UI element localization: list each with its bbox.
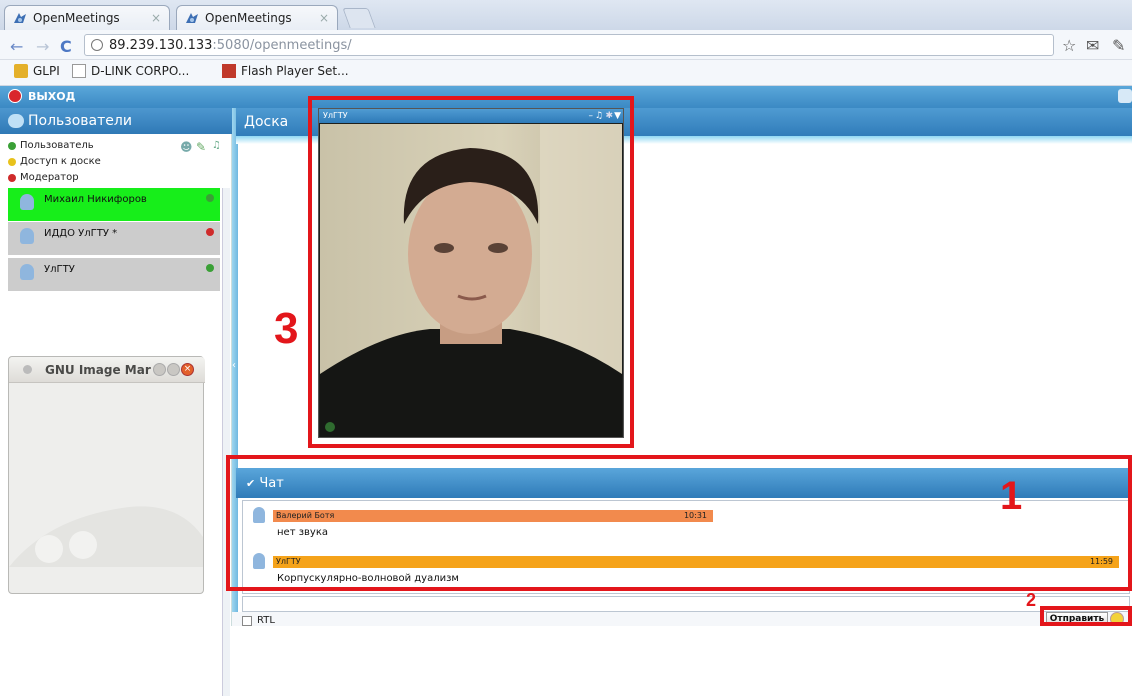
annotation-number: 3 [274, 304, 299, 353]
settings-icon[interactable] [1118, 89, 1132, 103]
close-icon[interactable]: × [181, 363, 194, 376]
red-dot-icon [8, 173, 16, 182]
whiteboard-title: Доска [244, 114, 289, 130]
rtl-checkbox[interactable] [242, 615, 252, 626]
status-dot-icon [206, 264, 214, 272]
window-menu-icon[interactable] [23, 365, 32, 374]
tab-label: OpenMeetings [205, 11, 292, 25]
url-host: 89.239.130.133 [109, 37, 213, 53]
status-dot-icon [206, 194, 214, 202]
chevron-left-icon[interactable]: ‹ [232, 360, 236, 371]
legend-user: Пользователь [8, 140, 94, 151]
bookmark-label: D-LINK CORPO... [91, 64, 190, 78]
user-avatar-icon [20, 264, 34, 280]
exit-button[interactable]: ВЫХОД [8, 89, 75, 103]
mail-extension-icon[interactable]: ✉ [1086, 36, 1099, 55]
user-avatar-icon [20, 228, 34, 244]
power-icon [8, 89, 22, 103]
users-icon [8, 114, 24, 128]
bookmark-glpi[interactable]: GLPI [14, 64, 60, 78]
tab-label: OpenMeetings [33, 11, 120, 25]
legend-label: Модератор [20, 172, 79, 183]
browser-toolbar: ← → C 89.239.130.133:5080/openmeetings/ … [0, 30, 1132, 60]
page-icon [72, 64, 86, 78]
annotation-box-send [1040, 606, 1132, 626]
legend-whiteboard-access: Доступ к доске [8, 156, 101, 167]
user-row[interactable]: ИДДО УлГТУ * [8, 222, 220, 256]
tab-close-icon[interactable]: × [151, 11, 161, 25]
rtl-option[interactable]: RTL [242, 615, 275, 626]
url-path: :5080/openmeetings/ [212, 37, 352, 53]
user-name: ИДДО УлГТУ * [44, 228, 118, 239]
annotation-number: 2 [1026, 590, 1037, 610]
users-icon[interactable]: ☻ [180, 140, 193, 154]
flash-icon [222, 64, 236, 78]
legend-label: Пользователь [20, 140, 94, 151]
browser-tab-2[interactable]: OpenMeetings × [176, 5, 338, 30]
user-name: Михаил Никифоров [44, 194, 147, 205]
rtl-label: RTL [257, 615, 275, 626]
legend-moderator: Модератор [8, 172, 79, 183]
users-scrollbar[interactable] [222, 188, 230, 696]
yellow-dot-icon [8, 157, 16, 166]
wrench-menu-icon[interactable]: ✎ [1112, 36, 1125, 55]
bookmark-label: Flash Player Set... [241, 64, 349, 78]
chat-input[interactable] [242, 596, 1130, 612]
green-dot-icon [8, 141, 16, 150]
openmeetings-favicon-icon [185, 11, 199, 25]
gimp-logo-watermark-icon [9, 506, 203, 567]
legend-label: Доступ к доске [20, 156, 101, 167]
back-arrow-icon[interactable]: ← [10, 37, 23, 56]
new-tab-button[interactable] [342, 8, 376, 28]
exit-label: ВЫХОД [28, 89, 76, 103]
chat-footer [232, 612, 1132, 626]
users-panel-header: Пользователи [0, 108, 232, 134]
pencil-icon[interactable]: ✎ [196, 140, 206, 154]
annotation-number: 1 [1000, 474, 1023, 518]
gimp-window[interactable]: GNU Image Mar × [8, 356, 205, 594]
user-name: УлГТУ [44, 264, 75, 275]
gimp-titlebar[interactable]: GNU Image Mar × [9, 357, 205, 383]
bookmark-label: GLPI [33, 64, 60, 78]
minimize-icon[interactable] [153, 363, 166, 376]
user-row[interactable]: УлГТУ [8, 258, 220, 292]
address-bar[interactable]: 89.239.130.133:5080/openmeetings/ [84, 34, 1054, 56]
speaker-icon[interactable]: ♫ [212, 140, 221, 151]
page-icon [91, 39, 103, 51]
user-avatar-icon [20, 194, 34, 210]
bookmark-dlink[interactable]: D-LINK CORPO... [72, 64, 189, 78]
status-dot-icon [206, 228, 214, 236]
gimp-title: GNU Image Mar [45, 363, 151, 377]
user-row[interactable]: Михаил Никифоров [8, 188, 220, 222]
annotation-box-video [308, 96, 634, 448]
reload-icon[interactable]: C [60, 37, 72, 56]
bookmark-flash[interactable]: Flash Player Set... [222, 64, 349, 78]
browser-tab-bar: OpenMeetings × OpenMeetings × [0, 0, 1132, 30]
star-bookmark-icon[interactable]: ☆ [1062, 36, 1076, 55]
forward-arrow-icon[interactable]: → [36, 37, 49, 56]
openmeetings-favicon-icon [13, 11, 27, 25]
tab-close-icon[interactable]: × [319, 11, 329, 25]
bookmarks-bar: GLPI D-LINK CORPO... Flash Player Set... [0, 60, 1132, 86]
annotation-box-chat [226, 455, 1132, 591]
maximize-icon[interactable] [167, 363, 180, 376]
glpi-icon [14, 64, 28, 78]
browser-tab-1[interactable]: OpenMeetings × [4, 5, 170, 30]
users-panel-title: Пользователи [28, 113, 132, 129]
